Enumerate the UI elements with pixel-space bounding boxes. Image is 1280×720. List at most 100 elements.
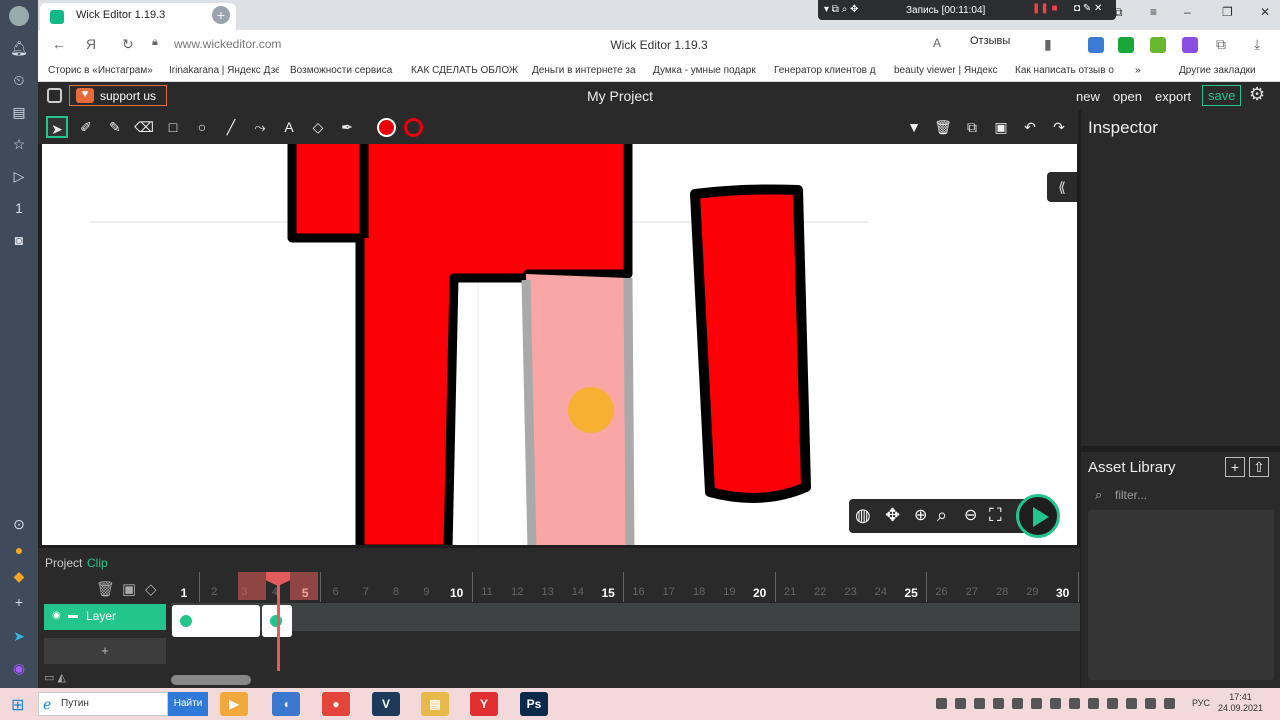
playhead[interactable] <box>277 575 280 671</box>
history-icon[interactable]: ⏲ <box>9 70 29 90</box>
frame-number[interactable]: 1 <box>169 586 199 600</box>
delete-layer-icon[interactable]: 🗑︎ <box>96 580 115 598</box>
add-layer-button[interactable]: + <box>44 638 166 664</box>
browser-tab[interactable]: Wick Editor 1.19.3 × <box>40 3 236 30</box>
camera-icon[interactable]: ◙ <box>9 230 29 250</box>
undo-icon[interactable]: ↶ <box>1019 116 1041 138</box>
zoom-out-icon[interactable]: ⊖ <box>964 505 977 525</box>
frame-number[interactable]: 11 <box>472 586 502 598</box>
tray-icon[interactable] <box>1107 698 1118 709</box>
tray-icon[interactable] <box>1164 698 1175 709</box>
keyframe-icon[interactable]: ◇ <box>145 580 157 598</box>
frame-number[interactable]: 25 <box>896 586 926 600</box>
frame-number[interactable]: 24 <box>866 586 896 598</box>
search-button[interactable]: Найти <box>168 692 208 716</box>
fill-bucket-icon[interactable]: ◇ <box>307 116 329 138</box>
stats-extension-icon[interactable] <box>1088 37 1104 53</box>
close-window-icon[interactable]: ✕ <box>1260 5 1270 19</box>
frame-number[interactable]: 26 <box>927 586 957 598</box>
fit-screen-icon[interactable]: ⛶ <box>989 505 1002 526</box>
frame-number[interactable]: 8 <box>381 586 411 598</box>
frame-number[interactable]: 16 <box>624 586 654 598</box>
frame-number[interactable]: 30 <box>1048 586 1078 600</box>
download-extension-icon[interactable] <box>1150 37 1166 53</box>
play-circle-icon[interactable]: ▷ <box>9 166 29 186</box>
frame-number[interactable]: 9 <box>411 586 441 598</box>
layer-row[interactable]: ◉ ▬ Layer <box>44 604 166 630</box>
play-button[interactable] <box>1016 494 1060 538</box>
frame-number[interactable]: 10 <box>442 586 472 600</box>
bookmark-item[interactable]: Думка - умные подарк <box>653 65 763 76</box>
windows-start-icon[interactable]: ⊞ <box>11 695 29 714</box>
paste-icon[interactable]: ▣ <box>990 116 1012 138</box>
lock-layer-icon[interactable]: ▬ <box>68 610 78 621</box>
export-button[interactable]: export <box>1155 89 1191 104</box>
eraser-tool-icon[interactable]: ⌫ <box>133 116 155 138</box>
layer-options-icon[interactable]: ▭ ◭ <box>44 671 66 684</box>
reviews-button[interactable]: Отзывы <box>970 35 1010 47</box>
taskbar-app[interactable]: Y <box>470 692 498 716</box>
collapse-panel-icon[interactable]: ⟪ <box>1047 172 1077 202</box>
taskbar-app[interactable]: ● <box>322 692 350 716</box>
stroke-color-swatch[interactable] <box>404 118 423 137</box>
triangle-extension-icon[interactable] <box>1182 37 1198 53</box>
taskbar-search-input[interactable]: ℯ Путин <box>38 692 168 716</box>
send-icon[interactable]: ➤ <box>9 626 29 646</box>
green-extension-icon[interactable] <box>1118 37 1134 53</box>
extensions-icon[interactable]: ⧉ <box>1216 36 1226 53</box>
taskbar-app[interactable]: ▤ <box>421 692 449 716</box>
brush-tool-icon[interactable]: ✐ <box>75 116 97 138</box>
delete-icon[interactable]: 🗑︎ <box>932 116 954 138</box>
frame-number[interactable]: 12 <box>502 586 532 598</box>
tray-icon[interactable] <box>1031 698 1042 709</box>
menu-icon[interactable]: ≡ <box>1150 5 1157 19</box>
taskbar-app[interactable]: Ps <box>520 692 548 716</box>
bell-icon[interactable]: 🔔︎ <box>9 38 29 58</box>
rectangle-tool-icon[interactable]: □ <box>162 116 184 138</box>
frames-track[interactable] <box>171 603 1080 637</box>
taskbar-app[interactable]: V <box>372 692 400 716</box>
profile-avatar[interactable] <box>9 6 29 26</box>
tray-icon[interactable] <box>1069 698 1080 709</box>
number-icon[interactable]: 1 <box>9 198 29 218</box>
tray-icon[interactable] <box>1088 698 1099 709</box>
upload-asset-button[interactable]: ⇧ <box>1249 457 1269 477</box>
timeline-scrollbar[interactable] <box>171 675 251 685</box>
eyedropper-icon[interactable]: ✒ <box>336 116 358 138</box>
project-title[interactable]: My Project <box>38 88 1202 104</box>
frame-number[interactable]: 17 <box>654 586 684 598</box>
frame-number[interactable]: 21 <box>775 586 805 598</box>
pan-icon[interactable]: ✥ <box>885 505 900 526</box>
asset-filter-input[interactable]: ⌕ filter... <box>1089 484 1275 506</box>
tray-icon[interactable] <box>955 698 966 709</box>
pencil-tool-icon[interactable]: ✎ <box>104 116 126 138</box>
add-tween-icon[interactable]: ▣ <box>122 580 136 598</box>
add-asset-button[interactable]: + <box>1225 457 1245 477</box>
zoom-icon[interactable]: ⌕ <box>937 505 947 526</box>
yandex-icon[interactable]: ● <box>9 540 29 560</box>
taskbar-app[interactable]: ▶ <box>220 692 248 716</box>
eye-icon[interactable]: ◉ <box>52 610 61 621</box>
notes-icon[interactable]: ▤ <box>9 102 29 122</box>
open-button[interactable]: open <box>1113 89 1142 104</box>
bookmark-item[interactable]: Деньги в интернете за <box>532 65 642 76</box>
frame-number[interactable]: 6 <box>321 586 351 598</box>
taskbar-app[interactable]: ◖ <box>272 692 300 716</box>
new-tab-button[interactable]: + <box>212 6 230 24</box>
drawing-canvas[interactable]: ⟪ ◍ ✥ ⊕ ⌕ ⊖ ⛶ <box>42 144 1077 545</box>
path-tool-icon[interactable]: ⤳ <box>249 116 271 138</box>
mail-icon[interactable]: ◆ <box>9 566 29 586</box>
frame-number[interactable]: 18 <box>684 586 714 598</box>
frame-number[interactable]: 15 <box>593 586 623 600</box>
frame-number[interactable]: 19 <box>714 586 744 598</box>
frame-number[interactable]: 29 <box>1017 586 1047 598</box>
bookmark-icon[interactable]: ▮ <box>1044 36 1052 53</box>
bookmark-item[interactable]: Irinakarana | Яндекс Дзен <box>169 65 279 76</box>
minimize-icon[interactable]: – <box>1184 5 1191 19</box>
media-icon[interactable]: ⊙ <box>9 514 29 534</box>
ellipse-tool-icon[interactable]: ○ <box>191 116 213 138</box>
pause-icon[interactable]: ❚❚ ■ <box>1032 3 1058 14</box>
frame-number[interactable]: 22 <box>805 586 835 598</box>
zoom-in-icon[interactable]: ⊕ <box>914 505 927 525</box>
frame-number[interactable]: 2 <box>199 586 229 598</box>
